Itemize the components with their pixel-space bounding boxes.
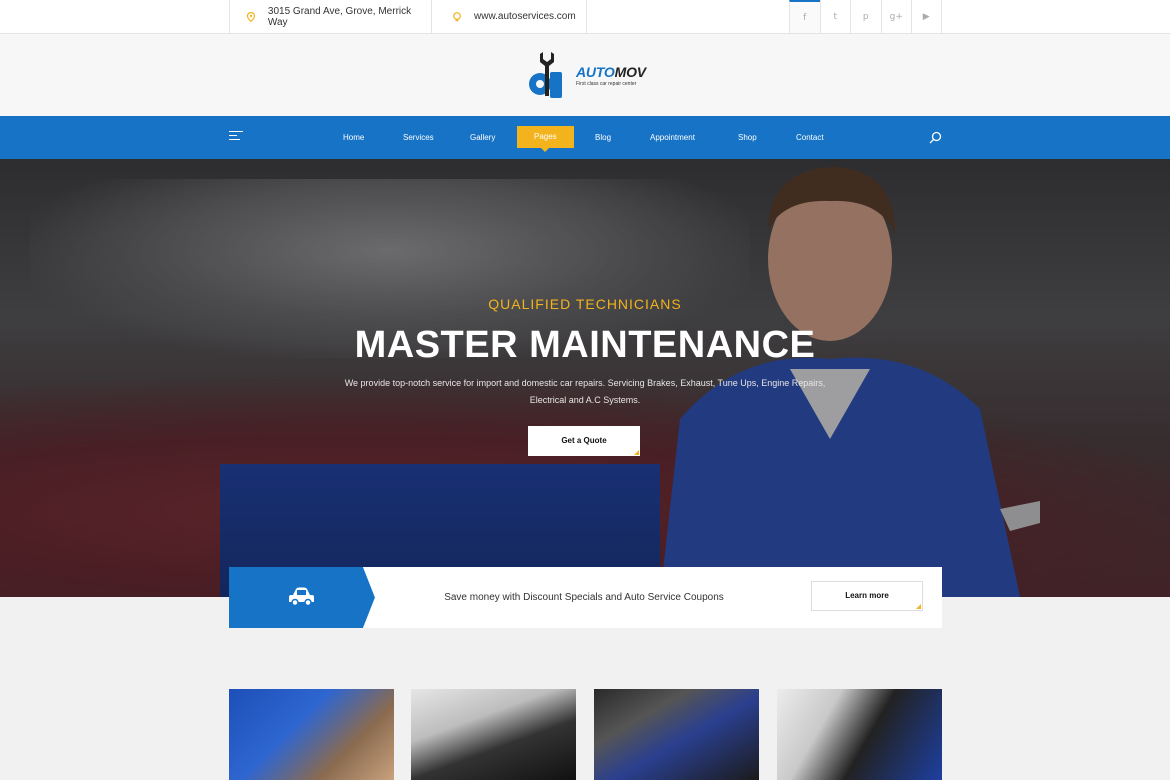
social-links: f t p g+ ▶ [789,0,942,33]
lightbulb-icon [453,11,461,21]
button-corner-accent [634,450,639,455]
button-corner-accent [916,604,921,609]
address-text: 3015 Grand Ave, Grove, Merrick Way [267,5,412,28]
logo-name: AUTOMOV [576,64,646,80]
hero-banner: QUALIFIED TECHNICIANS MASTER MAINTENANCE… [0,159,1170,597]
logo-name-part2: MOV [614,63,646,80]
nav-item-gallery[interactable]: Gallery [470,116,495,159]
website-info: www.autoservices.com [431,0,587,33]
learn-more-button[interactable]: Learn more [811,581,923,611]
nav-item-pages[interactable]: Pages [517,126,574,152]
address-info: 3015 Grand Ave, Grove, Merrick Way [229,0,432,33]
logo[interactable]: AUTOMOV First class car repair center [526,50,646,100]
service-thumbnail-mechanic[interactable] [229,689,394,780]
hero-kicker: QUALIFIED TECHNICIANS [488,296,682,312]
get-a-quote-label: Get a Quote [561,436,607,445]
top-bar: 3015 Grand Ave, Grove, Merrick Way www.a… [0,0,1170,34]
search-icon[interactable] [929,131,942,144]
get-a-quote-button[interactable]: Get a Quote [528,426,640,456]
promo-bar: Save money with Discount Specials and Au… [229,567,942,628]
nav-item-shop[interactable]: Shop [738,116,757,159]
main-navigation: Home Services Gallery Pages Blog Appoint… [0,116,1170,159]
logo-name-part1: AUTO [576,63,615,80]
youtube-icon[interactable]: ▶ [911,0,942,33]
hero-title: MASTER MAINTENANCE [354,324,816,366]
site-header: AUTOMOV First class car repair center [0,34,1170,116]
wrench-gear-logo-icon [529,52,562,98]
service-thumbnail-engine[interactable] [594,689,759,780]
location-pin-icon [246,11,256,22]
google-plus-icon[interactable]: g+ [880,0,912,33]
promo-text: Save money with Discount Specials and Au… [444,592,724,603]
car-icon [289,587,314,607]
pinterest-icon[interactable]: p [850,0,881,33]
service-thumbnail-wheel[interactable] [777,689,942,780]
logo-tagline: First class car repair center [576,80,637,87]
nav-item-home[interactable]: Home [343,116,364,159]
twitter-icon[interactable]: t [819,0,851,33]
facebook-icon[interactable]: f [789,0,820,33]
website-link[interactable]: www.autoservices.com [474,11,576,22]
hero-description: We provide top-notch service for import … [344,378,826,405]
service-thumbnail-tire[interactable] [411,689,576,780]
nav-item-contact[interactable]: Contact [796,116,824,159]
nav-item-services[interactable]: Services [403,116,434,159]
learn-more-label: Learn more [845,591,889,600]
hamburger-menu-icon[interactable] [229,131,243,143]
nav-item-appointment[interactable]: Appointment [650,116,695,159]
nav-item-blog[interactable]: Blog [595,116,611,159]
